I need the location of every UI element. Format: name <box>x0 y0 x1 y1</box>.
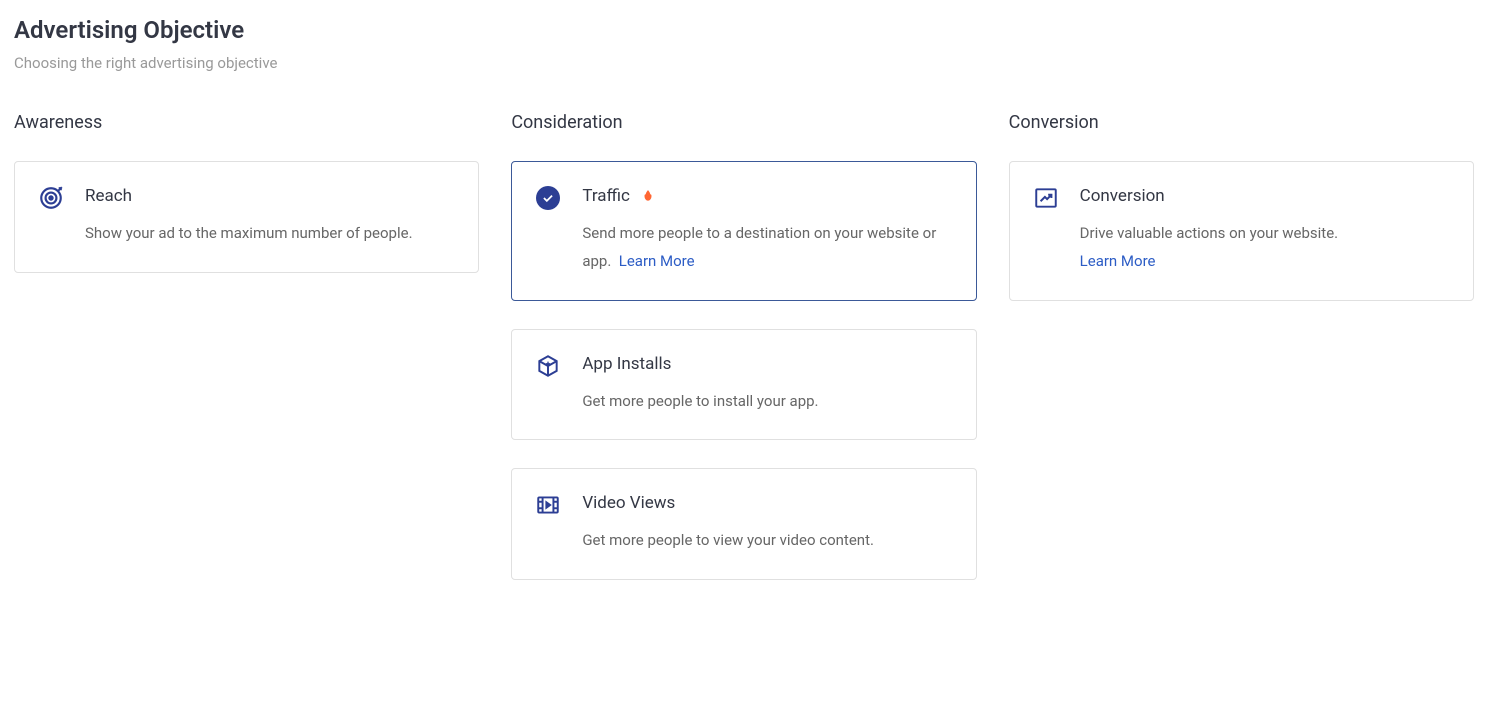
column-title-consideration: Consideration <box>511 112 976 133</box>
film-icon <box>534 491 562 519</box>
fire-icon <box>640 188 656 204</box>
card-desc-video-views: Get more people to view your video conte… <box>582 527 951 555</box>
column-title-awareness: Awareness <box>14 112 479 133</box>
column-consideration: Consideration Traffic <box>511 112 976 580</box>
column-conversion: Conversion Conversion Drive valuable act… <box>1009 112 1474 580</box>
card-conversion[interactable]: Conversion Drive valuable actions on you… <box>1009 161 1474 301</box>
card-title-app-installs: App Installs <box>582 354 671 374</box>
learn-more-conversion[interactable]: Learn More <box>1080 252 1156 270</box>
trend-up-icon <box>1032 184 1060 212</box>
page-subtitle: Choosing the right advertising objective <box>14 54 1474 72</box>
cube-icon <box>534 352 562 380</box>
card-title-traffic: Traffic <box>582 186 630 206</box>
target-icon <box>37 184 65 212</box>
card-desc-app-installs: Get more people to install your app. <box>582 388 951 416</box>
column-title-conversion: Conversion <box>1009 112 1474 133</box>
learn-more-traffic[interactable]: Learn More <box>619 252 695 270</box>
card-desc-reach: Show your ad to the maximum number of pe… <box>85 220 454 248</box>
check-circle-icon <box>534 184 562 212</box>
card-desc-traffic: Send more people to a destination on you… <box>582 220 951 276</box>
card-reach[interactable]: Reach Show your ad to the maximum number… <box>14 161 479 273</box>
column-awareness: Awareness Reach Show your ad to the maxi… <box>14 112 479 580</box>
card-desc-conversion: Drive valuable actions on your website. … <box>1080 220 1449 276</box>
card-app-installs[interactable]: App Installs Get more people to install … <box>511 329 976 441</box>
card-title-reach: Reach <box>85 186 132 206</box>
card-title-video-views: Video Views <box>582 493 675 513</box>
card-traffic[interactable]: Traffic Send more people to a destinatio… <box>511 161 976 301</box>
card-video-views[interactable]: Video Views Get more people to view your… <box>511 468 976 580</box>
card-title-conversion: Conversion <box>1080 186 1165 206</box>
page-title: Advertising Objective <box>14 16 1474 44</box>
columns-container: Awareness Reach Show your ad to the maxi… <box>14 112 1474 580</box>
